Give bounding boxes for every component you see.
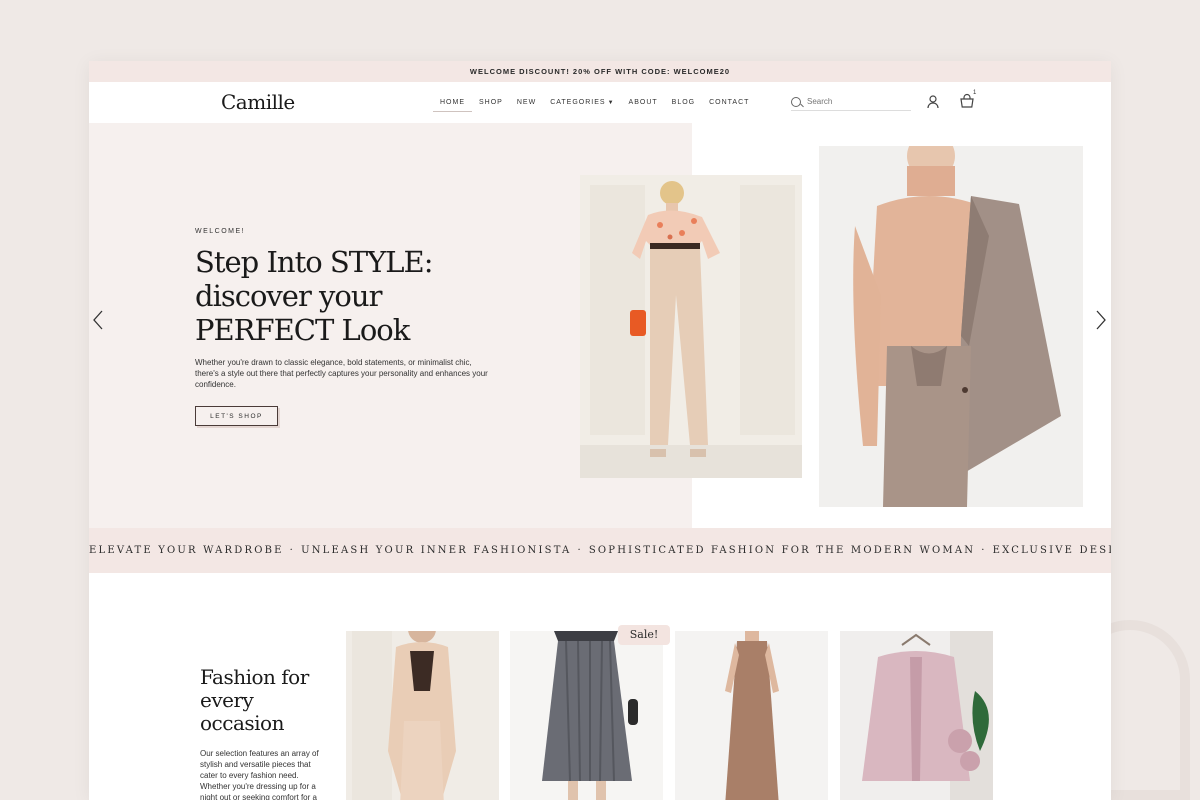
search-icon[interactable] [791,96,801,107]
logo[interactable]: Camille [221,90,295,114]
hero-title: Step Into STYLE: discover your PERFECT L… [195,245,433,347]
product-card-suit[interactable] [346,631,499,800]
chevron-right-icon[interactable] [1094,309,1108,331]
search-input[interactable] [807,97,902,106]
hero-model-image-2 [819,146,1083,507]
nav-home[interactable]: HOME [433,93,472,112]
nav-categories[interactable]: CATEGORIES ▼ [543,93,621,112]
dot-icon: · [981,545,987,556]
marquee-item: SOPHISTICATED FASHION FOR THE MODERN WOM… [588,545,976,556]
product-card-dress[interactable] [675,631,828,800]
hero-eyebrow: WELCOME! [195,228,246,235]
section-description: Our selection features an array of styli… [200,749,319,800]
shop-button[interactable]: LET'S SHOP [195,406,278,426]
user-icon[interactable] [927,95,939,109]
site-header: Camille HOME SHOP NEW CATEGORIES ▼ ABOUT … [89,82,1111,123]
hero-description: Whether you're drawn to classic elegance… [195,358,488,389]
nav-new[interactable]: NEW [510,93,543,112]
hero-slider: WELCOME! Step Into STYLE: discover your … [89,123,1111,528]
nav-contact[interactable]: CONTACT [702,93,756,112]
section-title: Fashion for every occasion [200,665,309,735]
chevron-left-icon[interactable] [91,309,105,331]
nav-about[interactable]: ABOUT [622,93,665,112]
marquee-banner: ELEVATE YOUR WARDROBE · UNLEASH YOUR INNER… [89,528,1111,573]
product-card-cardigan[interactable] [840,631,993,800]
main-nav: HOME SHOP NEW CATEGORIES ▼ ABOUT BLOG CON… [433,82,756,123]
nav-blog[interactable]: BLOG [665,93,702,112]
marquee-item: UNLEASH YOUR INNER FASHIONISTA [301,545,572,556]
nav-shop[interactable]: SHOP [472,93,510,112]
dot-icon: · [289,545,296,556]
marquee-item: EXCLUSIVE DESIGNS TO MAKE YOU SH [992,545,1111,556]
dot-icon: · [577,545,583,556]
promo-bar: WELCOME DISCOUNT! 20% OFF WITH CODE: WEL… [89,61,1111,82]
page: WELCOME DISCOUNT! 20% OFF WITH CODE: WEL… [89,61,1111,800]
cart-count-badge: 1 [973,90,977,96]
product-card-skirt[interactable] [510,631,663,800]
nav-categories-label: CATEGORIES [550,99,606,106]
chevron-down-icon: ▼ [607,100,615,106]
sale-badge: Sale! [618,625,670,645]
hero-model-image-1 [580,175,802,478]
marquee-item: ELEVATE YOUR WARDROBE [89,545,284,556]
collection-section: Fashion for every occasion Our selection… [89,573,1111,800]
search-bar [791,93,911,111]
